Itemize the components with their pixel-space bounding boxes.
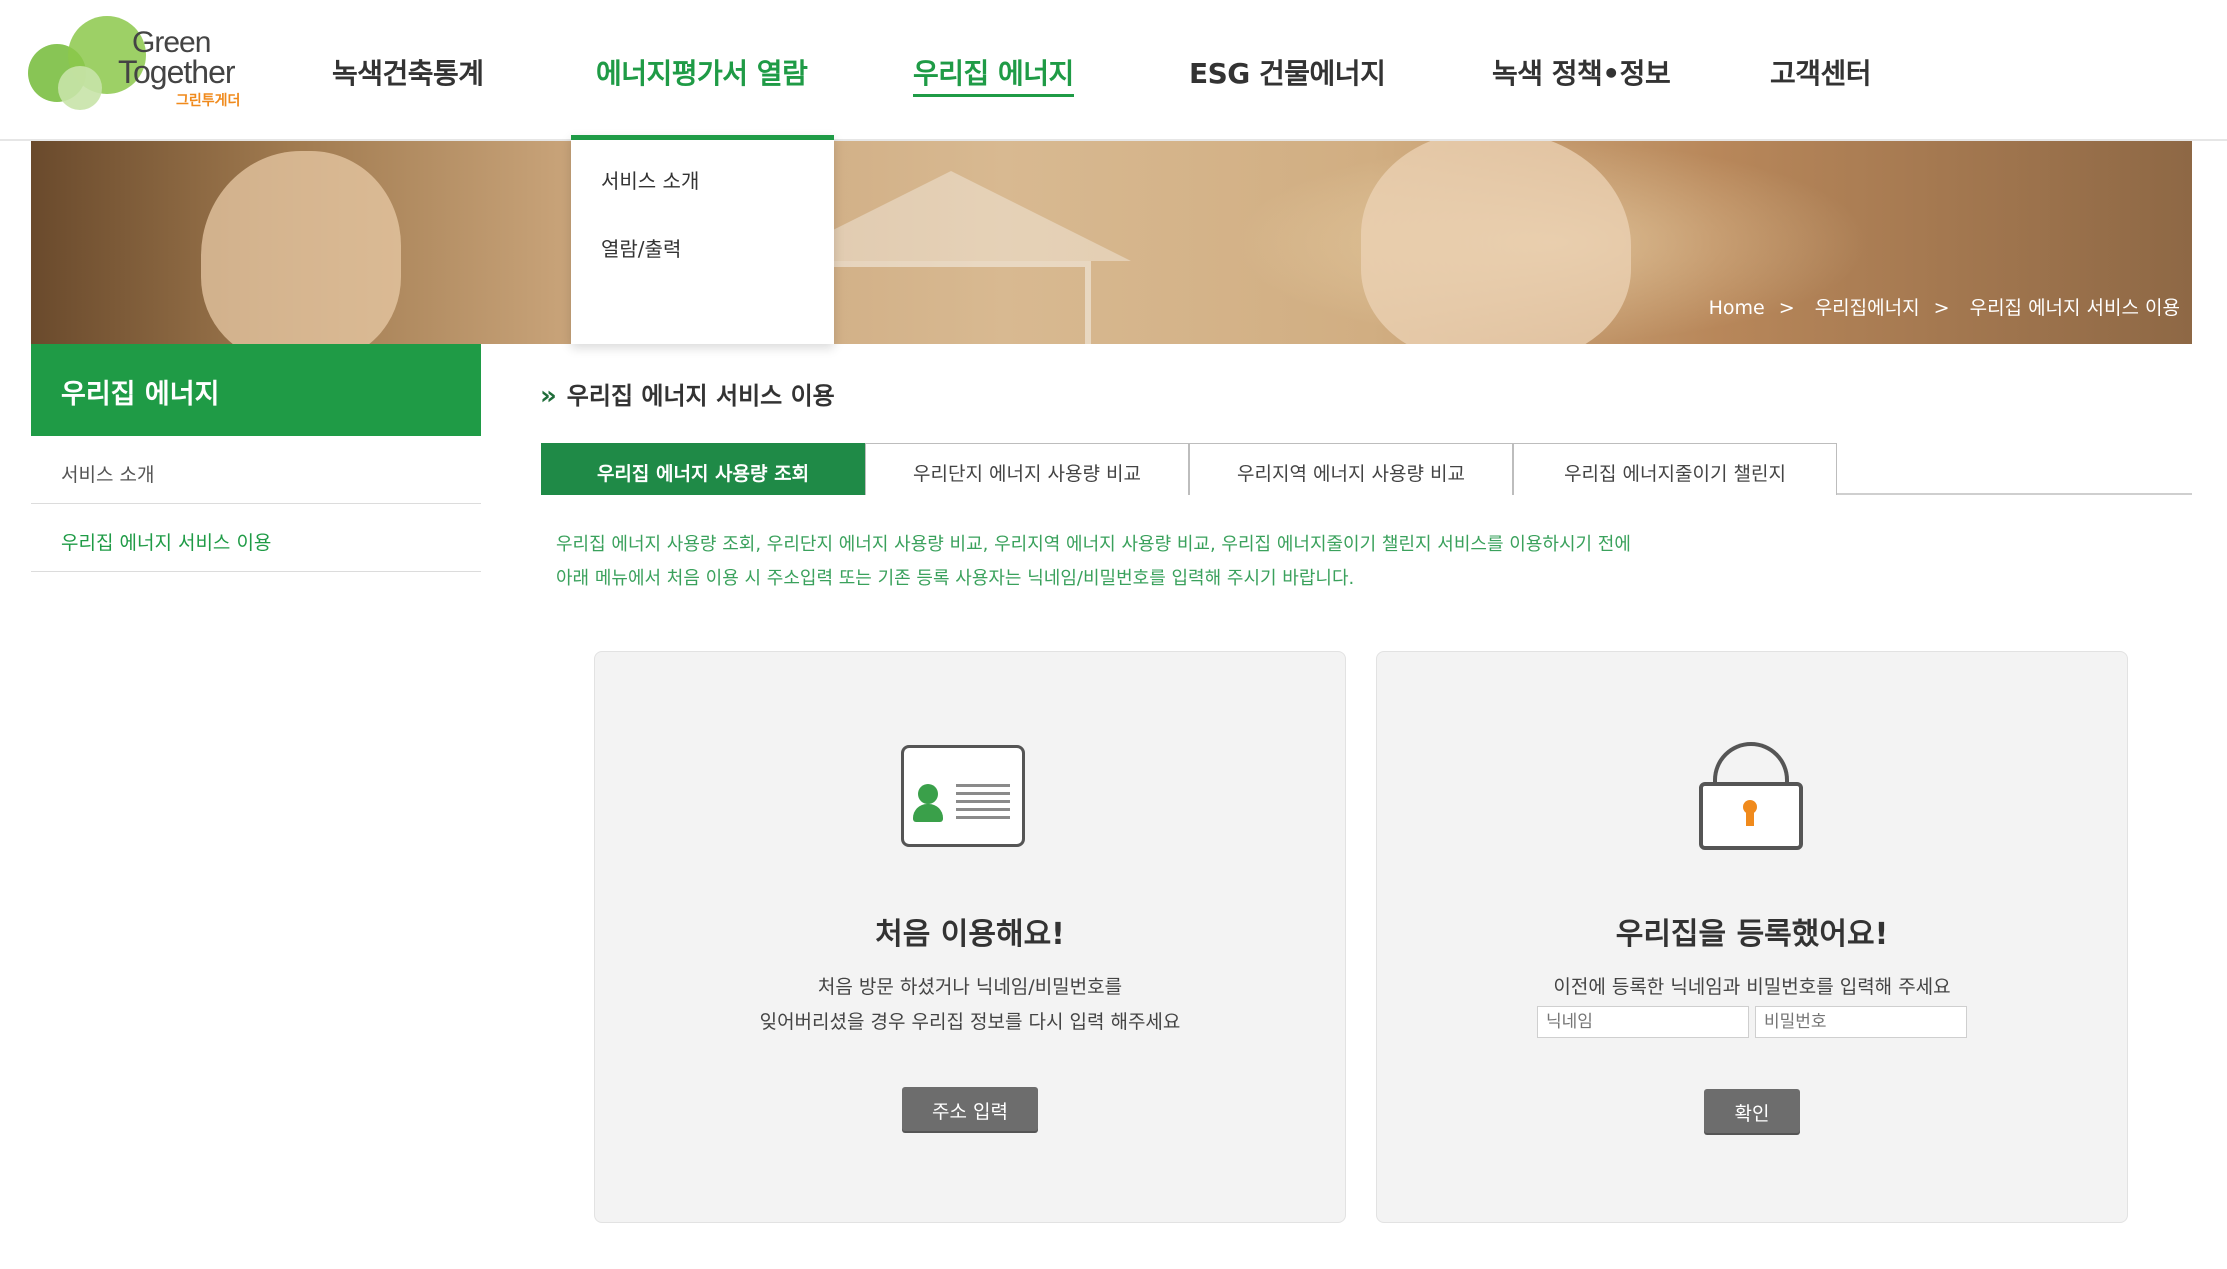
service-notice: 우리집 에너지 사용량 조회, 우리단지 에너지 사용량 비교, 우리지역 에너… [556,528,1631,596]
lnb-item-service-use[interactable]: 우리집 에너지 서비스 이용 [31,504,481,572]
breadcrumb-home[interactable]: Home [1709,297,1765,319]
site-header: Green Together 그린투게더 녹색건축통계 에너지평가서 열람 우리… [0,0,2227,141]
first-visit-title: 처음 이용해요! [875,917,1065,952]
first-visit-desc: 처음 방문 하셨거나 닉네임/비밀번호를 [817,976,1123,998]
registered-desc: 이전에 등록한 닉네임과 비밀번호를 입력해 주세요 [1553,976,1951,998]
nickname-input[interactable] [1537,1006,1749,1038]
gnb-item-my-home-energy[interactable]: 우리집 에너지 [913,52,1074,97]
gnb-item-energy-report[interactable]: 에너지평가서 열람 [596,52,808,92]
tab-usage-lookup[interactable]: 우리집 에너지 사용량 조회 [541,443,865,495]
green-together-logo[interactable]: Green Together 그린투게더 [28,16,258,112]
first-visit-desc: 잊어버리셨을 경우 우리집 정보를 다시 입력 해주세요 [759,1011,1181,1033]
breadcrumb-current: 우리집 에너지 서비스 이용 [1969,297,2180,319]
registered-card: 우리집을 등록했어요! 이전에 등록한 닉네임과 비밀번호를 입력해 주세요 확… [1376,651,2128,1223]
id-card-icon [901,745,1025,847]
gnb-item-green-policy[interactable]: 녹색 정책•정보 [1492,52,1671,92]
password-input[interactable] [1755,1006,1967,1038]
banner-hand-image [201,151,401,344]
lnb-item-service-intro[interactable]: 서비스 소개 [31,436,481,504]
service-tabs: 우리집 에너지 사용량 조회 우리단지 에너지 사용량 비교 우리지역 에너지 … [541,443,2192,495]
logo-circle [58,66,102,110]
notice-line: 아래 메뉴에서 처음 이용 시 주소입력 또는 기존 등록 사용자는 닉네임/비… [556,568,1355,589]
page-title: » 우리집 에너지 서비스 이용 [540,376,835,411]
gnb-item-green-building-stats[interactable]: 녹색건축통계 [332,52,484,92]
logo-text-together: Together [118,54,236,90]
dropdown-item-view-print[interactable]: 열람/출력 [601,233,681,262]
registered-title: 우리집을 등록했어요! [1615,917,1889,952]
lnb-title: 우리집 에너지 [31,344,481,436]
hero-banner: Home > 우리집에너지 > 우리집 에너지 서비스 이용 [31,141,2192,344]
banner-hand-image [1361,141,1631,344]
tab-region-compare[interactable]: 우리지역 에너지 사용량 비교 [1189,443,1513,495]
gnb-item-esg-building-energy[interactable]: ESG 건물에너지 [1189,52,1386,92]
lock-icon [1699,742,1803,857]
logo-text-korean: 그린투게더 [176,93,241,109]
confirm-button[interactable]: 확인 [1704,1089,1800,1133]
double-chevron-icon: » [540,381,557,411]
energy-report-dropdown-menu: 서비스 소개 열람/출력 [571,135,834,344]
page-title-text: 우리집 에너지 서비스 이용 [566,382,835,410]
tab-complex-compare[interactable]: 우리단지 에너지 사용량 비교 [865,443,1189,495]
address-input-button[interactable]: 주소 입력 [902,1087,1038,1131]
gnb-item-customer-center[interactable]: 고객센터 [1770,52,1872,92]
breadcrumb-separator: > [1933,297,1950,319]
first-visit-card: 처음 이용해요! 처음 방문 하셨거나 닉네임/비밀번호를 잊어버리셨을 경우 … [594,651,1346,1223]
breadcrumb-level1[interactable]: 우리집에너지 [1815,297,1920,319]
breadcrumb-separator: > [1778,297,1795,319]
dropdown-item-service-intro[interactable]: 서비스 소개 [601,165,699,194]
breadcrumb: Home > 우리집에너지 > 우리집 에너지 서비스 이용 [1703,293,2180,320]
notice-line: 우리집 에너지 사용량 조회, 우리단지 에너지 사용량 비교, 우리지역 에너… [556,534,1631,555]
tab-saving-challenge[interactable]: 우리집 에너지줄이기 챌린지 [1513,443,1837,495]
